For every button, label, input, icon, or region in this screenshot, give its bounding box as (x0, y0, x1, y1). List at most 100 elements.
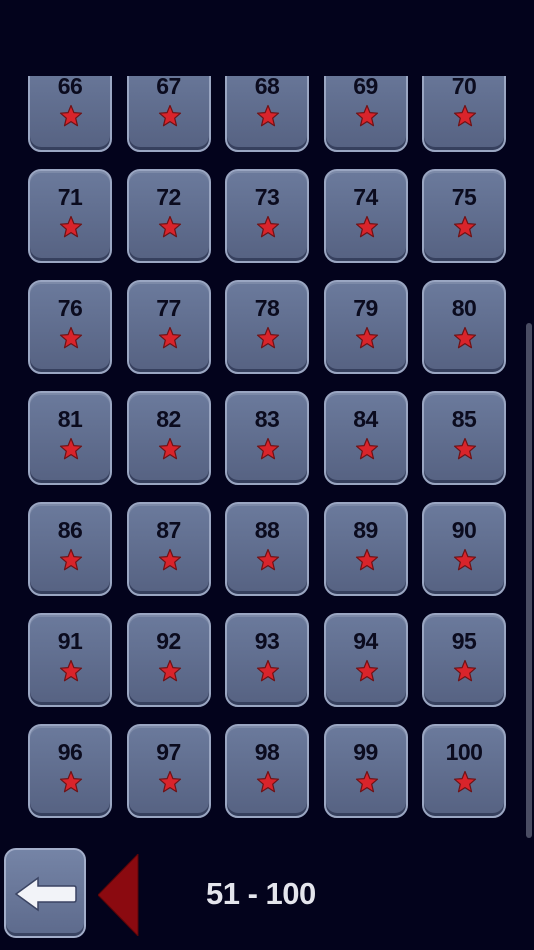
level-number: 93 (254, 628, 280, 654)
level-button[interactable]: 92 (126, 613, 211, 707)
level-button[interactable]: 89 (323, 502, 408, 596)
star-icon (158, 770, 181, 793)
level-button[interactable]: 83 (225, 391, 309, 485)
level-grid-viewport[interactable]: 66 67 68 69 70 71 72 73 74 75 76 77 78 79 80 81 82 83 84 85… (0, 76, 534, 830)
back-button[interactable] (4, 848, 86, 938)
star-icon (59, 215, 83, 238)
level-button[interactable]: 80 (422, 280, 506, 374)
level-number: 83 (254, 406, 280, 432)
level-button[interactable]: 98 (225, 724, 309, 818)
level-number: 79 (353, 295, 378, 321)
star-icon (355, 770, 378, 793)
level-number: 86 (57, 517, 83, 543)
prev-page-arrow[interactable] (98, 854, 140, 936)
triangle-left-icon (98, 854, 139, 936)
level-number: 69 (353, 76, 378, 99)
level-button[interactable]: 66 (28, 76, 112, 152)
level-number: 81 (57, 406, 83, 432)
star-icon (59, 326, 83, 349)
level-button[interactable]: 95 (422, 613, 506, 707)
level-number: 88 (254, 517, 280, 543)
level-number: 87 (156, 517, 181, 543)
level-button[interactable]: 70 (422, 76, 506, 152)
star-icon (59, 548, 83, 571)
level-button[interactable]: 78 (225, 280, 309, 374)
level-number: 80 (451, 295, 477, 321)
level-number: 82 (156, 406, 181, 432)
level-button[interactable]: 99 (323, 724, 408, 818)
level-number: 94 (353, 628, 378, 654)
level-button[interactable]: 94 (323, 613, 408, 707)
level-number: 89 (353, 517, 378, 543)
level-number: 91 (57, 628, 83, 654)
level-button[interactable]: 86 (28, 502, 112, 596)
level-button[interactable]: 84 (323, 391, 408, 485)
level-button[interactable]: 82 (126, 391, 211, 485)
page-range-label: 51 - 100 (206, 876, 316, 911)
star-icon (355, 659, 378, 682)
star-icon (256, 215, 280, 238)
level-button[interactable]: 97 (126, 724, 211, 818)
star-icon (158, 659, 181, 682)
level-button[interactable]: 71 (28, 169, 112, 263)
star-icon (355, 548, 378, 571)
star-icon (59, 437, 83, 460)
level-number: 84 (353, 406, 378, 432)
level-button[interactable]: 88 (225, 502, 309, 596)
star-icon (355, 104, 378, 127)
star-icon (355, 437, 378, 460)
level-button[interactable]: 76 (28, 280, 112, 374)
level-number: 73 (254, 184, 280, 210)
level-number: 97 (156, 739, 181, 765)
level-button[interactable]: 91 (28, 613, 112, 707)
level-number: 75 (451, 184, 477, 210)
level-button[interactable]: 69 (323, 76, 408, 152)
star-icon (158, 215, 181, 238)
level-button[interactable]: 93 (225, 613, 309, 707)
level-button[interactable]: 77 (126, 280, 211, 374)
level-button[interactable]: 68 (225, 76, 309, 152)
star-icon (453, 104, 477, 127)
level-button[interactable]: 75 (422, 169, 506, 263)
left-arrow-icon (14, 876, 77, 912)
level-number: 76 (57, 295, 83, 321)
level-number: 92 (156, 628, 181, 654)
star-icon (355, 215, 378, 238)
star-icon (158, 437, 181, 460)
level-button[interactable]: 96 (28, 724, 112, 818)
level-number: 78 (254, 295, 280, 321)
level-number: 68 (254, 76, 280, 99)
level-button[interactable]: 85 (422, 391, 506, 485)
level-button[interactable]: 67 (126, 76, 211, 152)
level-button[interactable]: 79 (323, 280, 408, 374)
star-icon (158, 548, 181, 571)
level-number: 95 (451, 628, 477, 654)
star-icon (256, 659, 280, 682)
level-number: 66 (57, 76, 83, 99)
star-icon (256, 104, 280, 127)
star-icon (59, 659, 83, 682)
scrollbar[interactable] (526, 323, 532, 838)
level-number: 74 (353, 184, 378, 210)
star-icon (158, 326, 181, 349)
star-icon (59, 104, 83, 127)
level-button[interactable]: 72 (126, 169, 211, 263)
star-icon (355, 326, 378, 349)
level-number: 85 (451, 406, 477, 432)
star-icon (59, 770, 83, 793)
level-button[interactable]: 87 (126, 502, 211, 596)
star-icon (256, 437, 280, 460)
level-button[interactable]: 90 (422, 502, 506, 596)
star-icon (453, 770, 477, 793)
star-icon (256, 548, 280, 571)
level-button[interactable]: 73 (225, 169, 309, 263)
level-number: 77 (156, 295, 181, 321)
level-button[interactable]: 74 (323, 169, 408, 263)
star-icon (256, 770, 280, 793)
level-button[interactable]: 81 (28, 391, 112, 485)
star-icon (453, 659, 477, 682)
level-button[interactable]: 100 (422, 724, 506, 818)
level-number: 67 (156, 76, 181, 99)
star-icon (453, 215, 477, 238)
star-icon (256, 326, 280, 349)
